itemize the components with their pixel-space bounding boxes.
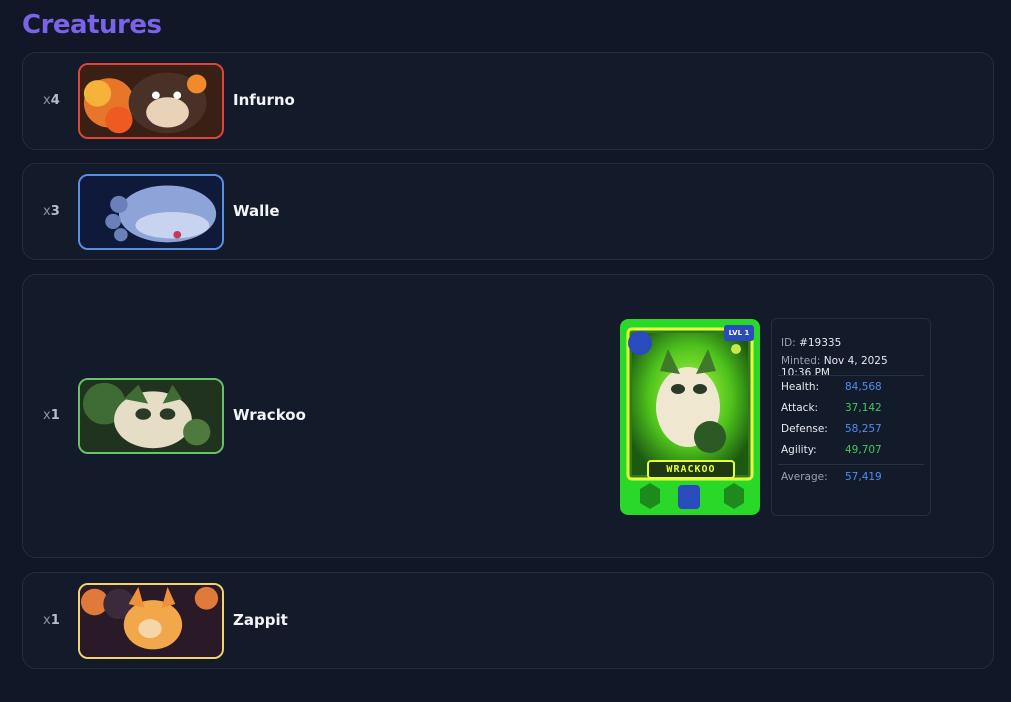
stat-health: Health: 84,568 [781, 381, 882, 393]
creature-name: Zappit [233, 611, 288, 629]
creature-thumbnail-walle[interactable] [78, 174, 224, 250]
stat-average: Average: 57,419 [781, 471, 882, 483]
stat-agility: Agility: 49,707 [781, 444, 882, 456]
creature-row-walle[interactable]: x3 Walle [22, 163, 994, 260]
creature-name: Wrackoo [233, 406, 306, 424]
card-id: ID: #19335 [781, 337, 842, 349]
stats-divider [778, 464, 924, 465]
page-title: Creatures [22, 10, 162, 40]
creature-thumbnail-zappit[interactable] [78, 583, 224, 659]
creature-name: Walle [233, 202, 280, 220]
creature-quantity: x3 [43, 204, 60, 219]
creature-row-infurno[interactable]: x4 Infurno [22, 52, 994, 150]
creature-row-zappit[interactable]: x1 Zappit [22, 572, 994, 669]
creature-thumbnail-infurno[interactable] [78, 63, 224, 139]
creature-card-wrackoo[interactable]: LVL 1 WRACKOO [620, 319, 760, 515]
creature-quantity: x4 [43, 93, 60, 108]
stats-divider [778, 375, 924, 376]
creature-quantity: x1 [43, 408, 60, 423]
stat-defense: Defense: 58,257 [781, 423, 882, 435]
creature-row-wrackoo[interactable]: x1 Wrackoo LVL 1 WRACKOO ID: #19335 Mint… [22, 274, 994, 558]
creature-quantity: x1 [43, 613, 60, 628]
creature-name: Infurno [233, 91, 295, 109]
stat-attack: Attack: 37,142 [781, 402, 882, 414]
creature-thumbnail-wrackoo[interactable] [78, 378, 224, 454]
creature-stats-panel: ID: #19335 Minted: Nov 4, 2025 10:36 PM … [771, 318, 931, 516]
card-nameplate: WRACKOO [666, 464, 716, 475]
card-level-badge: LVL 1 [728, 329, 750, 337]
